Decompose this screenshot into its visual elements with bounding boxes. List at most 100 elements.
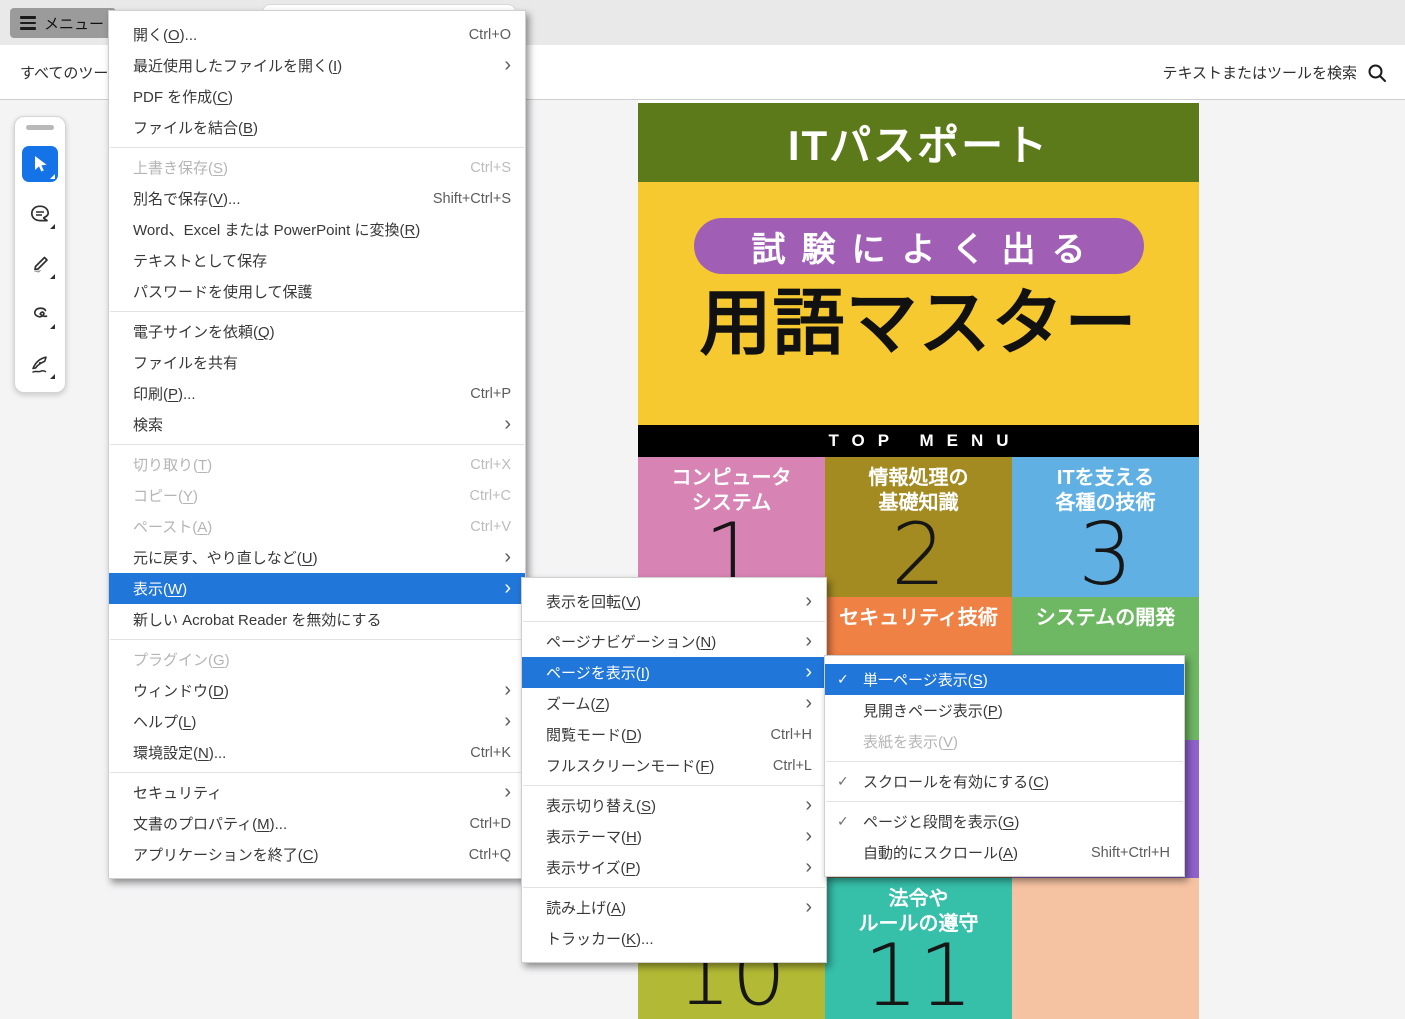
- menu-item-label: 上書き保存(S): [133, 157, 440, 178]
- menu-item[interactable]: セキュリティ›: [109, 777, 525, 808]
- pdf-pill-banner: 試験によく出る: [694, 218, 1144, 274]
- sign-tool-button[interactable]: [22, 346, 58, 382]
- menu-item[interactable]: ファイルを結合(B): [109, 112, 525, 143]
- menu-item[interactable]: 新しい Acrobat Reader を無効にする: [109, 604, 525, 635]
- menu-item[interactable]: フルスクリーンモード(F)Ctrl+L: [522, 750, 826, 781]
- pdf-topmenu-tile[interactable]: 法令やルールの遵守11: [825, 878, 1012, 1019]
- submenu-arrow-icon: ›: [805, 857, 812, 877]
- menu-shortcut: Ctrl+C: [470, 488, 512, 504]
- menu-item-label: パスワードを使用して保護: [133, 281, 511, 302]
- menu-item[interactable]: 表示テーマ(H)›: [522, 821, 826, 852]
- menu-item[interactable]: 検索›: [109, 409, 525, 440]
- pdf-topmenu-tile[interactable]: 情報処理の基礎知識2: [825, 457, 1012, 597]
- menu-item[interactable]: 読み上げ(A)›: [522, 892, 826, 923]
- menu-item-label: 電子サインを依頼(Q): [133, 321, 511, 342]
- flyout-indicator-icon: [50, 274, 55, 279]
- menu-item[interactable]: 印刷(P)...Ctrl+P: [109, 378, 525, 409]
- menu-item[interactable]: 最近使用したファイルを開く(I)›: [109, 50, 525, 81]
- submenu-arrow-icon: ›: [805, 693, 812, 713]
- menu-item[interactable]: 電子サインを依頼(Q): [109, 316, 525, 347]
- menu-item[interactable]: テキストとして保存: [109, 245, 525, 276]
- highlight-tool-button[interactable]: [22, 246, 58, 282]
- menu-item[interactable]: パスワードを使用して保護: [109, 276, 525, 307]
- menu-item[interactable]: ヘルプ(L)›: [109, 706, 525, 737]
- panel-drag-handle[interactable]: [26, 125, 54, 130]
- menu-item[interactable]: ✓ページと段間を表示(G): [825, 806, 1184, 837]
- menu-item-label: ページと段間を表示(G): [863, 811, 1170, 832]
- menu-item-label: 切り取り(T): [133, 454, 440, 475]
- menu-item[interactable]: 表示サイズ(P) ›: [522, 852, 826, 883]
- menu-item[interactable]: ✓単一ページ表示(S): [825, 664, 1184, 695]
- tile-number: 11: [864, 937, 973, 1016]
- menu-button[interactable]: メニュー: [10, 8, 116, 38]
- menu-separator: [523, 621, 825, 622]
- submenu-arrow-icon: ›: [504, 782, 511, 802]
- menu-item-label: ページナビゲーション(N): [546, 631, 775, 652]
- menu-item-label: 自動的にスクロール(A): [863, 842, 1061, 863]
- menu-shortcut: Ctrl+L: [773, 758, 812, 774]
- menu-item[interactable]: プラグイン(G): [109, 644, 525, 675]
- select-tool-button[interactable]: [22, 146, 58, 182]
- menu-item[interactable]: Word、Excel または PowerPoint に変換(R): [109, 214, 525, 245]
- menu-item[interactable]: ズーム(Z) ›: [522, 688, 826, 719]
- menu-item[interactable]: PDF を作成(C): [109, 81, 525, 112]
- menu-item-label: 表示(W): [133, 578, 474, 599]
- pdf-topmenu-tile[interactable]: ITを支える各種の技術3: [1012, 457, 1199, 597]
- pdf-topmenu-tile[interactable]: コンピュータシステム1: [638, 457, 825, 597]
- hamburger-icon: [20, 16, 36, 29]
- menu-item[interactable]: ペースト(A)Ctrl+V: [109, 511, 525, 542]
- menu-item-label: 読み上げ(A): [546, 897, 775, 918]
- menu-item-label: 表示サイズ(P): [546, 857, 775, 878]
- pdf-main-title: 用語マスター: [699, 288, 1137, 360]
- file-menu-popup: 開く(O)...Ctrl+O最近使用したファイルを開く(I)› PDF を作成(C…: [108, 10, 526, 879]
- menu-item[interactable]: アプリケーションを終了(C)Ctrl+Q: [109, 839, 525, 870]
- menu-item[interactable]: 表紙を表示(V): [825, 726, 1184, 757]
- menu-item-label: PDF を作成(C): [133, 86, 511, 107]
- menu-shortcut: Ctrl+O: [469, 27, 511, 43]
- menu-item[interactable]: 文書のプロパティ(M)...Ctrl+D: [109, 808, 525, 839]
- pdf-cover-section: 試験によく出る 用語マスター: [638, 182, 1199, 425]
- menu-item-label: ズーム(Z): [546, 693, 775, 714]
- menu-item[interactable]: 見開きページ表示(P): [825, 695, 1184, 726]
- search-control[interactable]: テキストまたはツールを検索: [1162, 45, 1387, 100]
- pdf-topmenu-tile[interactable]: [1012, 878, 1199, 1019]
- menu-item-label: ファイルを結合(B): [133, 117, 511, 138]
- menu-item[interactable]: ファイルを共有: [109, 347, 525, 378]
- tile-label: セキュリティ技術: [839, 597, 998, 655]
- menu-item[interactable]: 自動的にスクロール(A)Shift+Ctrl+H: [825, 837, 1184, 868]
- check-icon: ✓: [837, 813, 863, 830]
- menu-item[interactable]: 閲覧モード(D)Ctrl+H: [522, 719, 826, 750]
- menu-item-label: 表紙を表示(V): [863, 731, 1170, 752]
- menu-separator: [110, 444, 524, 445]
- draw-tool-button[interactable]: [22, 296, 58, 332]
- submenu-arrow-icon: ›: [504, 578, 511, 598]
- menu-item[interactable]: 切り取り(T)Ctrl+X: [109, 449, 525, 480]
- menu-item[interactable]: 表示を回転(V)›: [522, 586, 826, 617]
- menu-item[interactable]: 表示(W) ›: [109, 573, 525, 604]
- menu-separator: [523, 785, 825, 786]
- menu-item[interactable]: 環境設定(N)...Ctrl+K: [109, 737, 525, 768]
- menu-item-label: 新しい Acrobat Reader を無効にする: [133, 609, 511, 630]
- menu-separator: [110, 311, 524, 312]
- check-icon: ✓: [837, 671, 863, 688]
- menu-item-label: トラッカー(K)...: [546, 928, 812, 949]
- menu-item[interactable]: コピー(Y)Ctrl+C: [109, 480, 525, 511]
- menu-item[interactable]: トラッカー(K)...: [522, 923, 826, 954]
- menu-item[interactable]: 表示切り替え(S)›: [522, 790, 826, 821]
- submenu-arrow-icon: ›: [805, 826, 812, 846]
- menu-item[interactable]: 元に戻す、やり直しなど(U)›: [109, 542, 525, 573]
- menu-item-label: 単一ページ表示(S): [863, 669, 1170, 690]
- menu-separator: [110, 639, 524, 640]
- menu-item[interactable]: 上書き保存(S)Ctrl+S: [109, 152, 525, 183]
- menu-item[interactable]: 開く(O)...Ctrl+O: [109, 19, 525, 50]
- menu-item[interactable]: 別名で保存(V)...Shift+Ctrl+S: [109, 183, 525, 214]
- menu-item-label: スクロールを有効にする(C): [863, 771, 1170, 792]
- menu-separator: [110, 772, 524, 773]
- submenu-arrow-icon: ›: [805, 591, 812, 611]
- comment-tool-button[interactable]: [22, 196, 58, 232]
- menu-item[interactable]: ページを表示(I)›: [522, 657, 826, 688]
- menu-item-label: Word、Excel または PowerPoint に変換(R): [133, 219, 511, 240]
- menu-item[interactable]: ✓スクロールを有効にする(C): [825, 766, 1184, 797]
- menu-item[interactable]: ページナビゲーション(N)›: [522, 626, 826, 657]
- menu-item[interactable]: ウィンドウ(D)›: [109, 675, 525, 706]
